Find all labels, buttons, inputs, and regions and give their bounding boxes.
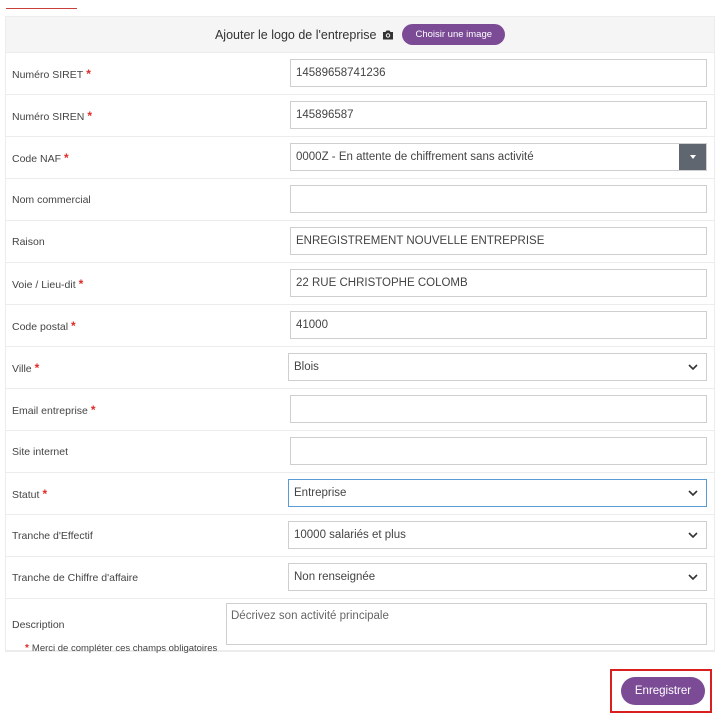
email-input[interactable] [290,395,707,423]
row-siret: Numéro SIRET * 14589658741236 [6,53,714,95]
required-mark: * [87,108,93,123]
raison-input[interactable]: ENREGISTREMENT NOUVELLE ENTREPRISE [290,227,707,255]
save-button[interactable]: Enregistrer [621,677,705,705]
effectif-label: Tranche d'Effectif [12,529,93,542]
row-email: Email entreprise * [6,389,714,431]
caret-down-icon [689,155,696,159]
ca-value: Non renseignée [294,571,376,583]
statut-select[interactable]: Entreprise [288,479,707,507]
row-voie: Voie / Lieu-dit * 22 RUE CHRISTOPHE COLOM… [6,263,714,305]
naf-value: 0000Z - En attente de chiffrement sans a… [296,151,534,163]
naf-label: Code NAF * [12,150,69,165]
chiffre-affaire-select[interactable]: Non renseignée [288,563,707,591]
siret-label: Numéro SIRET * [12,66,91,81]
voie-input[interactable]: 22 RUE CHRISTOPHE COLOMB [290,269,707,297]
ville-value: Blois [294,361,319,373]
camera-icon [382,30,394,40]
required-mark: * [78,276,84,291]
description-textarea[interactable]: Décrivez son activité principale [226,603,707,645]
nom-label: Nom commercial [12,193,91,206]
naf-dropdown-button[interactable] [679,144,706,170]
ca-label: Tranche de Chiffre d'affaire [12,571,139,584]
chevron-down-icon [688,574,698,580]
statut-value: Entreprise [294,487,347,499]
row-nom-commercial: Nom commercial [6,179,714,221]
naf-select[interactable]: 0000Z - En attente de chiffrement sans a… [290,143,707,171]
siret-input[interactable]: 14589658741236 [290,59,707,87]
row-siren: Numéro SIREN * 145896587 [6,95,714,137]
row-code-postal: Code postal * 41000 [6,305,714,347]
voie-label: Voie / Lieu-dit * [12,276,84,291]
logo-label: Ajouter le logo de l'entreprise [214,27,377,42]
siren-label: Numéro SIREN * [12,108,93,123]
required-note: * Merci de compléter ces champs obligatoi… [25,643,218,654]
choose-image-button[interactable]: Choisir une image [402,24,506,45]
chevron-down-icon [688,490,698,496]
top-tab-underline [6,8,77,9]
chevron-down-icon [688,364,698,370]
ville-select[interactable]: Blois [288,353,707,381]
cp-label: Code postal * [12,318,76,333]
site-label: Site internet [12,445,69,458]
required-mark: * [90,402,96,417]
nom-commercial-input[interactable] [290,185,707,213]
description-label: Description [12,618,65,631]
email-label: Email entreprise * [12,402,96,417]
code-postal-input[interactable]: 41000 [290,311,707,339]
row-naf: Code NAF * 0000Z - En attente de chiffrem… [6,137,714,179]
required-mark: * [64,150,69,165]
siren-input[interactable]: 145896587 [290,101,707,129]
required-mark: * [71,318,76,333]
statut-label: Statut * [12,486,48,501]
required-mark: * [25,643,29,654]
company-form: Ajouter le logo de l'entreprise Choisir … [5,16,715,652]
site-input[interactable] [290,437,707,465]
row-site: Site internet [6,431,714,473]
required-mark: * [42,486,48,501]
required-mark: * [34,360,40,375]
raison-label: Raison [12,235,45,248]
effectif-select[interactable]: 10000 salariés et plus [288,521,707,549]
row-raison: Raison ENREGISTREMENT NOUVELLE ENTREPRIS… [6,221,714,263]
chevron-down-icon [688,532,698,538]
logo-upload-row: Ajouter le logo de l'entreprise Choisir … [6,17,714,53]
row-ville: Ville * Blois [6,347,714,389]
row-effectif: Tranche d'Effectif 10000 salariés et plu… [6,515,714,557]
ville-label: Ville * [12,360,40,375]
row-chiffre-affaire: Tranche de Chiffre d'affaire Non renseig… [6,557,714,599]
row-statut: Statut * Entreprise [6,473,714,515]
required-mark: * [86,66,91,81]
effectif-value: 10000 salariés et plus [294,529,406,541]
